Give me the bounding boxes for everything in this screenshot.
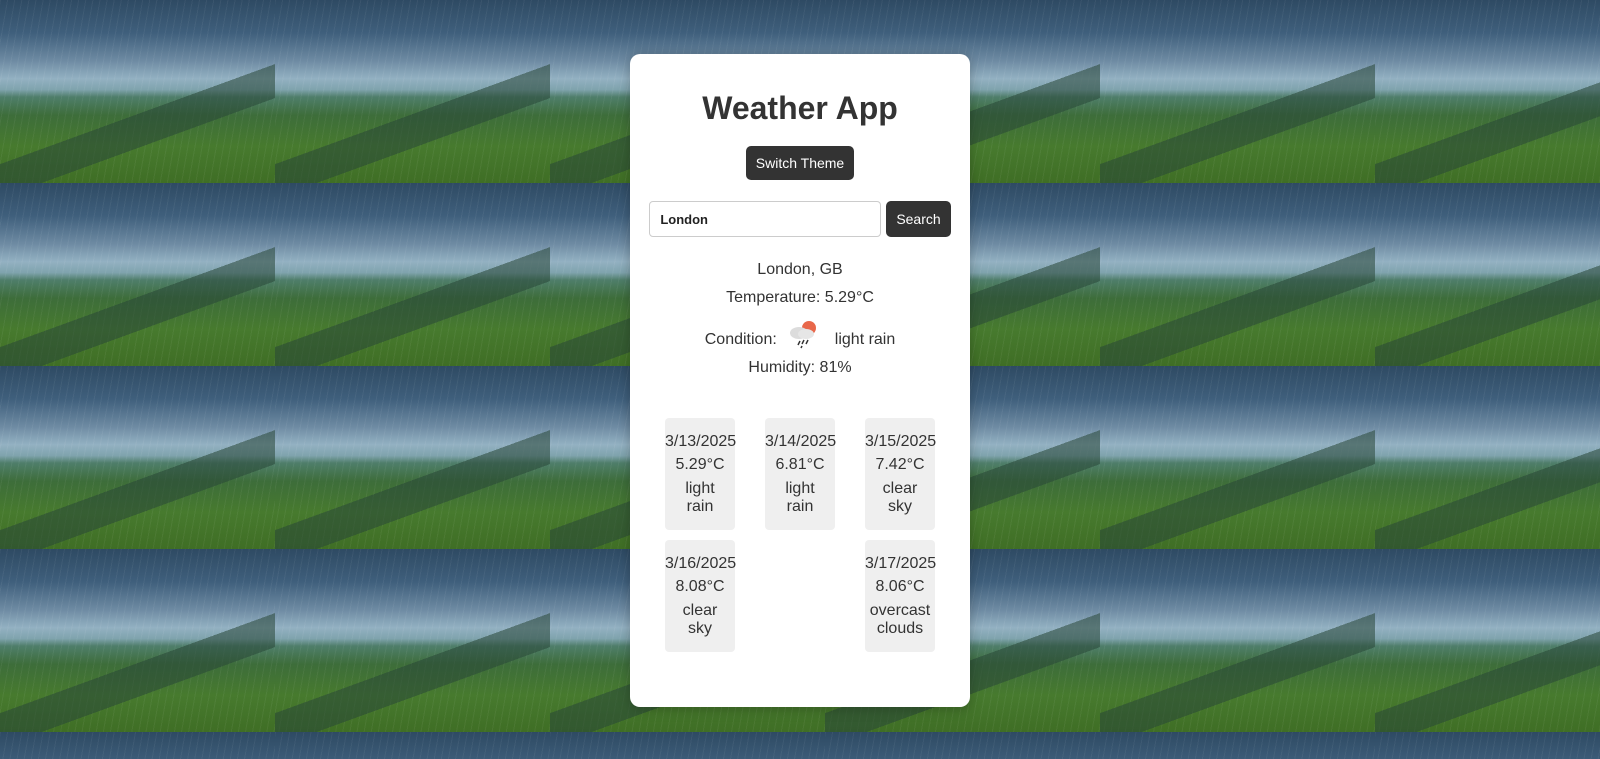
condition-row: Condition: light rain [630,316,970,354]
location-text: London, GB [757,261,843,278]
forecast-condition-line: clear [682,602,718,619]
forecast-condition: light rain [765,480,835,516]
temperature-text: Temperature: 5.29°C [726,289,874,306]
condition-text: light rain [834,331,896,348]
forecast-date: 3/14/2025 [765,433,837,450]
forecast-date: 3/13/2025 [665,433,737,450]
weather-card: Weather App Switch Theme Search London, … [630,54,970,707]
forecast-condition-line: overcast [869,602,931,619]
forecast-grid: 3/13/2025 5.29°C light rain 3/14/2025 6.… [630,418,970,652]
forecast-temp: 8.06°C [875,578,925,595]
search-bar: Search [630,201,970,237]
forecast-condition: clear sky [665,602,735,638]
forecast-condition-line: sky [888,498,912,515]
search-button[interactable]: Search [886,201,951,237]
forecast-day: 3/13/2025 5.29°C light rain [665,418,737,530]
forecast-day: 3/15/2025 7.42°C clear sky [865,418,937,530]
light-rain-icon [779,316,833,354]
forecast-condition: overcast clouds [865,602,935,638]
forecast-condition-line: clouds [876,620,924,637]
forecast-condition-line: clear [882,480,918,497]
forecast-condition-line: sky [688,620,712,637]
humidity-text: Humidity: 81% [748,359,852,376]
forecast-date: 3/16/2025 [665,555,737,572]
forecast-temp: 7.42°C [875,456,925,473]
forecast-day: 3/14/2025 6.81°C light rain [765,418,837,530]
forecast-temp: 8.08°C [675,578,725,595]
app-title: Weather App [702,90,898,126]
current-weather: London, GB Temperature: 5.29°C Condition… [630,256,970,382]
forecast-temp: 5.29°C [675,456,725,473]
forecast-day: 3/16/2025 8.08°C clear sky [665,540,737,652]
forecast-condition-line: light [785,480,815,497]
forecast-condition: light rain [665,480,735,516]
condition-label: Condition: [704,331,777,348]
switch-theme-button[interactable]: Switch Theme [745,146,855,180]
forecast-condition-line: light [685,480,715,497]
forecast-condition-line: rain [686,498,714,515]
forecast-day: 3/17/2025 8.06°C overcast clouds [865,540,937,652]
forecast-date: 3/15/2025 [865,433,937,450]
forecast-temp: 6.81°C [775,456,825,473]
forecast-condition: clear sky [865,480,935,516]
forecast-date: 3/17/2025 [865,555,937,572]
forecast-condition-line: rain [786,498,814,515]
city-search-input[interactable] [649,201,882,237]
